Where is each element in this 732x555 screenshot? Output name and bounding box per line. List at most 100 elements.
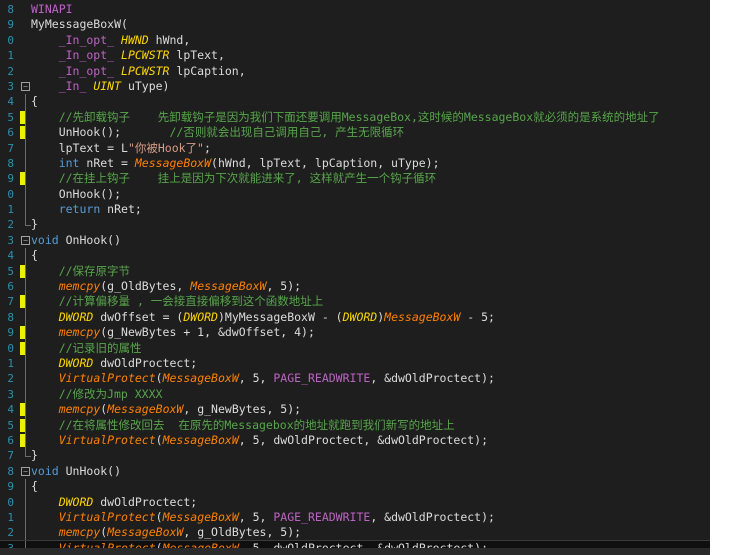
code-text: lpText = L"你被Hook了";	[31, 141, 211, 156]
code-line[interactable]: 5 //保存原字节	[0, 263, 710, 280]
code-line[interactable]: 9 MyMessageBoxW(	[0, 17, 710, 32]
token: {	[31, 479, 38, 494]
code-line[interactable]: 8− void UnHook()	[0, 464, 710, 479]
token: (g_NewBytes + 1, &dwOffset, 4);	[100, 325, 315, 340]
code-line[interactable]: 0 DWORD dwOldProctect;	[0, 494, 710, 510]
fold-guide	[25, 494, 26, 510]
code-line[interactable]: 2 memcpy(MessageBoxW, g_OldBytes, 5);	[0, 525, 710, 541]
code-line[interactable]: 1 return nRet;	[0, 202, 710, 218]
code-line[interactable]: 1 _In_opt_ LPCWSTR lpText,	[0, 48, 710, 63]
code-line[interactable]: 1 DWORD dwOldProctect;	[0, 355, 710, 372]
code-text: WINAPI	[31, 2, 73, 17]
line-number: 0	[7, 187, 14, 201]
fold-guide	[25, 417, 26, 433]
token: PAGE_READWRITE	[273, 509, 371, 524]
code-editor[interactable]: 8 WINAPI 9 MyMessageBoxW(0 _In_opt_ HWND hW…	[0, 0, 710, 555]
code-text: memcpy(g_OldBytes, MessageBoxW, 5);	[31, 279, 301, 294]
code-line[interactable]: 0 OnHook();	[0, 186, 710, 203]
code-line[interactable]: 3 //修改为Jmp XXXX	[0, 386, 710, 403]
token: void	[31, 232, 59, 247]
token: (	[155, 371, 163, 386]
token: void	[31, 463, 59, 478]
code-line[interactable]: 2 VirtualProtect(MessageBoxW, 5, PAGE_RE…	[0, 371, 710, 387]
code-text: UnHook(); //否则就会出现自己调用自己, 产生无限循环	[31, 125, 405, 140]
code-line[interactable]: 6 UnHook(); //否则就会出现自己调用自己, 产生无限循环	[0, 125, 710, 141]
fold-guide	[25, 386, 26, 403]
code-line[interactable]: 8 DWORD dwOffset = (DWORD)MyMessageBoxW …	[0, 309, 710, 326]
line-number: 9	[7, 326, 14, 340]
code-line[interactable]: 4{	[0, 94, 710, 110]
collapse-icon[interactable]: −	[21, 81, 30, 91]
token: VirtualProtect	[58, 371, 156, 386]
token: {	[31, 94, 38, 109]
token: )MyMessageBoxW - (	[217, 309, 343, 324]
token: HWND	[121, 32, 149, 47]
token: {	[31, 248, 38, 263]
code-text: //记录旧的属性	[31, 341, 142, 356]
collapse-icon[interactable]: −	[21, 466, 30, 476]
token: lpText = L	[31, 140, 128, 155]
code-line[interactable]: 0 //记录旧的属性	[0, 340, 710, 356]
code-line[interactable]: 0 _In_opt_ HWND hWnd,	[0, 33, 710, 48]
fold-guide	[25, 371, 26, 387]
code-text: VirtualProtect(MessageBoxW, 5, PAGE_READ…	[31, 371, 495, 386]
token: _In_opt_	[31, 32, 122, 47]
fold-guide	[25, 432, 26, 449]
line-number: 9	[7, 18, 14, 32]
code-text: OnHook();	[31, 187, 121, 202]
token: //先卸载钩子 先卸载钩子是因为我们下面还要调用MessageBox,这时候的M…	[31, 109, 660, 124]
code-line[interactable]: 7 lpText = L"你被Hook了";	[0, 140, 710, 156]
code-line[interactable]: 7}	[0, 448, 710, 463]
code-text: void OnHook()	[31, 233, 121, 248]
code-text: _In_opt_ HWND hWnd,	[31, 32, 191, 48]
code-line[interactable]: 4{	[0, 248, 710, 264]
code-line[interactable]: 3− void OnHook()	[0, 233, 710, 248]
token: MessageBoxW	[107, 402, 184, 417]
code-line[interactable]: 1 VirtualProtect(MessageBoxW, 5, PAGE_RE…	[0, 509, 710, 526]
code-line[interactable]: 3− _In_ UINT uType)	[0, 79, 710, 94]
code-line[interactable]: 9 memcpy(g_NewBytes + 1, &dwOffset, 4);	[0, 325, 710, 341]
code-text: //在挂上钩子 挂上是因为下次就能进来了, 这样就产生一个钩子循环	[31, 171, 436, 186]
code-text: DWORD dwOldProctect;	[31, 356, 197, 371]
code-text: memcpy(MessageBoxW, g_OldBytes, 5);	[31, 525, 301, 540]
code-line[interactable]: 4 memcpy(MessageBoxW, g_NewBytes, 5);	[0, 402, 710, 418]
token: MessageBoxW	[162, 509, 239, 524]
token: hWnd,	[148, 32, 191, 47]
code-line[interactable]: 8 int nRet = MessageBoxW(hWnd, lpText, l…	[0, 155, 710, 172]
code-line[interactable]: 9{	[0, 479, 710, 495]
code-text: {	[31, 248, 38, 263]
fold-guide	[25, 479, 26, 495]
code-line[interactable]: 5 //在将属性修改回去 在原先的Messagebox的地址就跑到我们新写的地址…	[0, 417, 710, 433]
token: (g_OldBytes,	[100, 279, 191, 294]
token: OnHook();	[31, 186, 122, 201]
code-line[interactable]: 2 _In_opt_ LPCWSTR lpCaption,	[0, 64, 710, 79]
token: DWORD	[342, 309, 378, 324]
token: MessageBoxW	[162, 432, 239, 447]
code-lines[interactable]: 8 WINAPI 9 MyMessageBoxW(0 _In_opt_ HWND hW…	[0, 2, 710, 555]
code-text: //先卸载钩子 先卸载钩子是因为我们下面还要调用MessageBox,这时候的M…	[31, 110, 660, 125]
token: UINT	[93, 78, 122, 93]
code-line[interactable]: 5 //先卸载钩子 先卸载钩子是因为我们下面还要调用MessageBox,这时候…	[0, 109, 710, 126]
line-number: 5	[7, 418, 14, 432]
token: , &dwOldProctect);	[370, 509, 495, 524]
code-line[interactable]: 6 VirtualProtect(MessageBoxW, 5, dwOldPr…	[0, 432, 710, 449]
code-line[interactable]: 9 //在挂上钩子 挂上是因为下次就能进来了, 这样就产生一个钩子循环	[0, 171, 710, 187]
collapse-icon[interactable]: −	[21, 235, 30, 245]
token: , 5, dwOldProctect, &dwOldProctect);	[238, 432, 488, 447]
token: (	[121, 17, 128, 32]
line-number: 0	[7, 33, 14, 47]
code-line[interactable]: 2}	[0, 217, 710, 232]
horizontal-scrollbar[interactable]	[0, 548, 710, 555]
code-line[interactable]: 7 //计算偏移量 , 一会接直接偏移到这个函数地址上	[0, 294, 710, 310]
token: DWORD	[183, 309, 218, 324]
code-line[interactable]: 6 memcpy(g_OldBytes, MessageBoxW, 5);	[0, 279, 710, 295]
fold-guide	[25, 94, 26, 110]
token: VirtualProtect	[58, 432, 156, 447]
token: VirtualProtect	[58, 509, 156, 524]
fold-guide	[25, 355, 26, 372]
code-line[interactable]: 8 WINAPI	[0, 2, 710, 17]
token: dwOldProctect;	[93, 494, 198, 509]
line-number: 5	[7, 264, 14, 278]
